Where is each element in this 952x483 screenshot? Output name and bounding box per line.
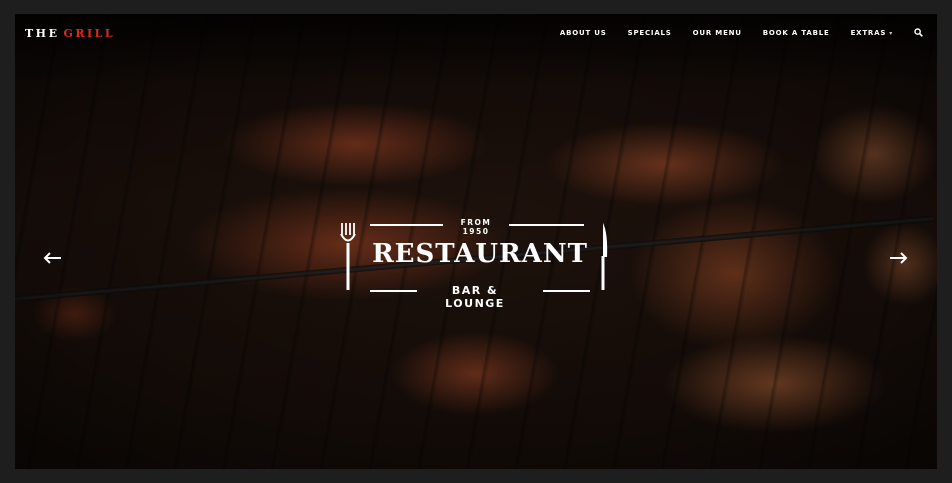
nav-item-about-us[interactable]: ABOUT US (560, 29, 607, 37)
hero-subtitle: BAR & LOUNGE (445, 284, 505, 310)
chevron-down-icon: ▾ (889, 29, 893, 37)
header-fade (15, 14, 937, 84)
nav-item-label: ABOUT US (559, 28, 607, 37)
nav-item-specials[interactable]: SPECIALS (628, 29, 672, 37)
search-icon[interactable] (914, 28, 923, 37)
nav-item-book-a-table[interactable]: BOOK A TABLE (763, 29, 830, 37)
nav-item-our-menu[interactable]: OUR MENU (693, 29, 742, 37)
logo-text-grill: GRILL (63, 27, 116, 40)
nav-item-label: SPECIALS (627, 28, 672, 37)
nav-item-label: BOOK A TABLE (762, 28, 830, 37)
nav-item-extras[interactable]: EXTRAS ▾ (851, 29, 893, 37)
arrow-left-icon[interactable] (41, 250, 65, 264)
emblem-rule-bottom-right (543, 290, 590, 292)
emblem-rule-top-left (370, 224, 443, 226)
site-logo[interactable]: THE GRILL (25, 27, 115, 40)
emblem-rule-bottom-left (370, 290, 417, 292)
hero-title: RESTAURANT (372, 239, 588, 269)
main-nav: ABOUT US SPECIALS OUR MENU BOOK A TABLE … (539, 28, 923, 37)
hero-emblem: FROM 1950 RESTAURANT BAR & LOUNGE (340, 218, 610, 310)
emblem-rule-top-right (509, 224, 584, 226)
hero-slider: THE GRILL ABOUT US SPECIALS OUR MENU BOOK… (15, 14, 937, 469)
fork-icon (340, 223, 356, 295)
hero-tagline: FROM 1950 (460, 218, 492, 236)
logo-text-the: THE (25, 27, 60, 40)
arrow-right-icon[interactable] (886, 250, 910, 264)
nav-item-label: OUR MENU (692, 28, 742, 37)
nav-item-label: EXTRAS (850, 28, 887, 37)
knife-icon (597, 223, 609, 295)
